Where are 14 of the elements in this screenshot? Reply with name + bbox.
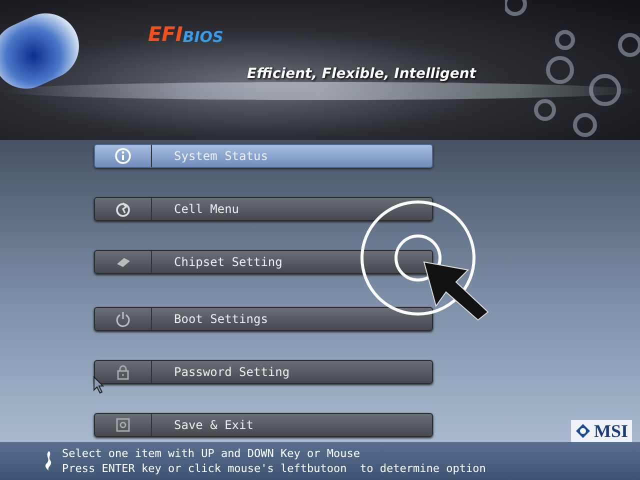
bios-logo: EFIBIOS bbox=[148, 22, 224, 46]
menu-item[interactable]: Boot Settings bbox=[94, 307, 433, 331]
menu-item[interactable]: Save & Exit bbox=[94, 413, 433, 437]
power-icon bbox=[114, 310, 132, 328]
brand-logo: MSI bbox=[570, 420, 632, 442]
status-text: Select one item with UP and DOWN Key or Mouse bbox=[62, 446, 362, 461]
info-icon bbox=[114, 147, 132, 165]
menu-item[interactable]: Password Setting bbox=[94, 360, 433, 384]
emblem-icon bbox=[574, 423, 591, 439]
mouse-pointer-icon bbox=[93, 376, 105, 394]
menu-item[interactable]: Chipset Setting bbox=[94, 250, 433, 274]
status-text: Press ENTER key or click mouse's leftbutoon to determine option bbox=[62, 461, 486, 476]
tagline: Efficient, Flexible, Intelligent bbox=[247, 66, 476, 82]
menu-item[interactable]: Cell Menu bbox=[94, 197, 433, 221]
